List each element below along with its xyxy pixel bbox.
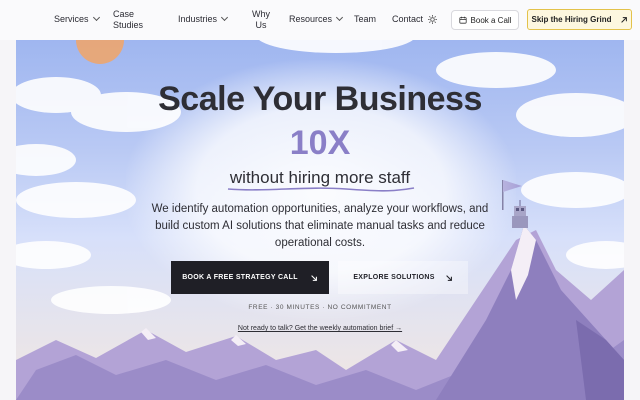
skip-hiring-label: Skip the Hiring Grind <box>531 15 612 24</box>
book-strategy-call-label: BOOK A FREE STRATEGY CALL <box>182 274 298 281</box>
call-fineprint: FREE · 30 MINUTES · NO COMMITMENT <box>248 304 392 311</box>
nav-case-studies-label: Case Studies <box>113 9 144 30</box>
arrow-up-right-icon <box>620 16 627 23</box>
nav-services[interactable]: Services <box>54 13 100 24</box>
nav-case-studies[interactable]: Case Studies <box>113 9 153 31</box>
hero-multiplier: 10X <box>289 124 351 162</box>
nav-team[interactable]: Team <box>354 14 376 24</box>
book-call-button[interactable]: Book a Call <box>451 10 519 30</box>
nav-resources-label: Resources <box>289 14 333 24</box>
hero-headline: Scale Your Business <box>158 80 482 118</box>
nav-contact[interactable]: Contact <box>392 14 423 24</box>
hero-description: We identify automation opportunities, an… <box>151 203 489 249</box>
subhead-underline <box>227 187 415 192</box>
chevron-down-icon <box>92 13 100 22</box>
skip-hiring-button[interactable]: Skip the Hiring Grind <box>527 9 632 30</box>
chevron-down-icon <box>335 13 344 22</box>
sun-icon[interactable] <box>428 15 437 24</box>
book-call-label: Book a Call <box>470 15 512 25</box>
nav-team-label: Team <box>354 14 377 24</box>
arrow-down-right-icon <box>311 274 317 281</box>
nav-contact-label: Contact <box>392 14 424 24</box>
nav-industries[interactable]: Industries <box>178 13 229 24</box>
explore-solutions-label: EXPLORE SOLUTIONS <box>353 274 435 281</box>
arrow-down-right-icon <box>445 274 452 281</box>
top-navigation: Services Case Studies Industries Why Us … <box>0 0 640 40</box>
explore-solutions-button[interactable]: EXPLORE SOLUTIONS <box>338 261 468 294</box>
nav-resources[interactable]: Resources <box>289 13 344 24</box>
nav-services-label: Services <box>54 14 89 24</box>
calendar-icon <box>458 16 467 24</box>
nav-industries-label: Industries <box>178 14 218 24</box>
chevron-down-icon <box>220 13 229 22</box>
nav-why-us[interactable]: Why Us <box>249 9 273 31</box>
book-strategy-call-button[interactable]: BOOK A FREE STRATEGY CALL <box>171 261 329 294</box>
automation-brief-link-text[interactable]: Not ready to talk? Get the weekly automa… <box>238 325 402 332</box>
nav-why-us-label: Why Us <box>252 9 270 30</box>
automation-brief-link[interactable]: Not ready to talk? Get the weekly automa… <box>0 325 640 332</box>
